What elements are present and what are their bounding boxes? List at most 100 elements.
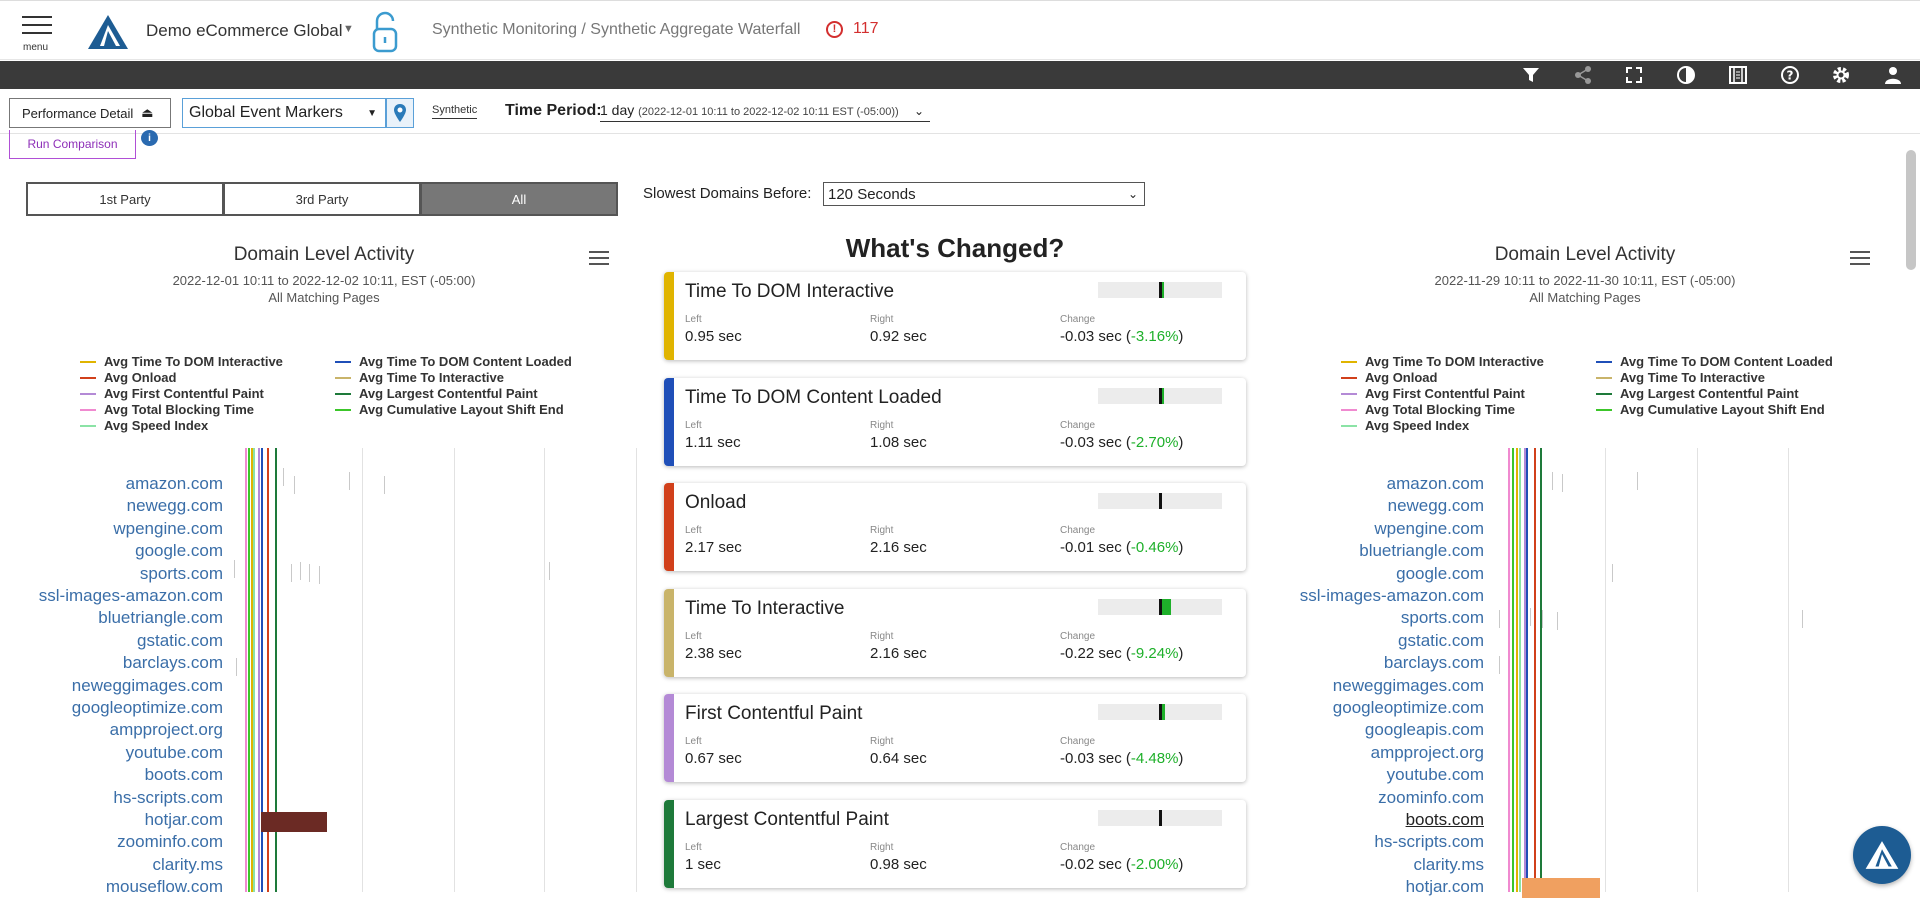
- domain-link[interactable]: ssl-images-amazon.com: [1290, 586, 1484, 606]
- contrast-icon[interactable]: [1676, 65, 1696, 85]
- chart-menu-icon[interactable]: [589, 251, 609, 267]
- legend-item[interactable]: Avg Largest Contentful Paint: [335, 386, 538, 401]
- domain-link[interactable]: sports.com: [1290, 608, 1484, 628]
- domain-link[interactable]: googleoptimize.com: [1290, 698, 1484, 718]
- filter-icon[interactable]: [1521, 65, 1541, 85]
- performance-detail-button[interactable]: Performance Detail ⏏: [9, 98, 171, 128]
- domain-link[interactable]: newegg.com: [29, 496, 223, 516]
- settings-icon[interactable]: [1831, 65, 1851, 85]
- metric-change-card[interactable]: First Contentful Paint Left 0.67 sec Right 0…: [664, 694, 1246, 782]
- domain-link[interactable]: amazon.com: [29, 474, 223, 494]
- legend-item[interactable]: Avg Onload: [80, 370, 176, 385]
- domain-link[interactable]: googleapis.com: [1290, 720, 1484, 740]
- domain-link[interactable]: bluetriangle.com: [29, 608, 223, 628]
- legend-item[interactable]: Avg Time To Interactive: [1596, 370, 1765, 385]
- legend-item[interactable]: Avg Time To Interactive: [335, 370, 504, 385]
- chart-menu-icon[interactable]: [1850, 251, 1870, 267]
- film-icon[interactable]: [1728, 65, 1748, 85]
- domain-link[interactable]: clarity.ms: [1290, 855, 1484, 875]
- party-tab-1st-party[interactable]: 1st Party: [26, 182, 224, 216]
- event-markers-select[interactable]: Global Event Markers ▼: [182, 98, 386, 128]
- app-logo-icon[interactable]: [86, 13, 130, 51]
- domain-link[interactable]: youtube.com: [29, 743, 223, 763]
- party-tab-all[interactable]: All: [421, 182, 618, 216]
- domain-link[interactable]: gstatic.com: [1290, 631, 1484, 651]
- legend-item[interactable]: Avg Speed Index: [1341, 418, 1469, 433]
- card-column-label: Change: [1060, 630, 1096, 642]
- domain-link[interactable]: youtube.com: [1290, 765, 1484, 785]
- slowest-domains-select[interactable]: 120 Seconds ⌄: [823, 182, 1145, 206]
- card-column-value: 0.98 sec: [870, 855, 927, 873]
- domain-link[interactable]: barclays.com: [29, 653, 223, 673]
- org-selector[interactable]: Demo eCommerce Global: [146, 21, 343, 41]
- domain-link[interactable]: google.com: [1290, 564, 1484, 584]
- legend-swatch: [335, 392, 351, 395]
- domain-link[interactable]: amazon.com: [1290, 474, 1484, 494]
- domain-link[interactable]: google.com: [29, 541, 223, 561]
- legend-item[interactable]: Avg Time To DOM Interactive: [1341, 354, 1544, 369]
- domain-link[interactable]: hotjar.com: [1290, 877, 1484, 897]
- domain-link[interactable]: ampproject.org: [1290, 743, 1484, 763]
- domain-link[interactable]: hotjar.com: [29, 810, 223, 830]
- domain-link[interactable]: ssl-images-amazon.com: [29, 586, 223, 606]
- party-tab-3rd-party[interactable]: 3rd Party: [224, 182, 421, 216]
- menu-button[interactable]: menu: [20, 13, 54, 53]
- legend-item[interactable]: Avg Total Blocking Time: [1341, 402, 1515, 417]
- time-period-select[interactable]: 1 day (2022-12-01 10:11 to 2022-12-02 10…: [600, 102, 930, 122]
- grid-line: [1788, 448, 1789, 892]
- share-icon[interactable]: [1573, 65, 1593, 85]
- unlock-icon[interactable]: [371, 11, 399, 53]
- chat-launcher-button[interactable]: [1853, 826, 1911, 884]
- help-icon[interactable]: ?: [1780, 65, 1800, 85]
- legend-item[interactable]: Avg Total Blocking Time: [80, 402, 254, 417]
- domain-link[interactable]: boots.com: [1290, 810, 1484, 830]
- metric-change-card[interactable]: Onload Left 2.17 sec Right 2.16 sec Change -0.…: [664, 483, 1246, 571]
- divider: [0, 133, 1920, 134]
- metric-change-card[interactable]: Time To Interactive Left 2.38 sec Right 2.16…: [664, 588, 1246, 677]
- domain-link[interactable]: neweggimages.com: [1290, 676, 1484, 696]
- legend-item[interactable]: Avg Onload: [1341, 370, 1437, 385]
- domain-link[interactable]: mouseflow.com: [29, 877, 223, 897]
- domain-link[interactable]: hs-scripts.com: [1290, 832, 1484, 852]
- metric-change-card[interactable]: Largest Contentful Paint Left 1 sec Right 0.…: [664, 799, 1246, 888]
- domain-link[interactable]: bluetriangle.com: [1290, 541, 1484, 561]
- domain-link[interactable]: wpengine.com: [29, 519, 223, 539]
- legend-item[interactable]: Avg Cumulative Layout Shift End: [1596, 402, 1825, 417]
- domain-link[interactable]: ampproject.org: [29, 720, 223, 740]
- info-icon[interactable]: i: [141, 130, 158, 146]
- fullscreen-icon[interactable]: [1624, 65, 1644, 85]
- caret-down-icon[interactable]: ▼: [343, 23, 354, 35]
- run-comparison-button[interactable]: Run Comparison: [9, 130, 136, 159]
- legend-item[interactable]: Avg Time To DOM Content Loaded: [335, 354, 572, 369]
- domain-link[interactable]: googleoptimize.com: [29, 698, 223, 718]
- legend-item[interactable]: Avg Cumulative Layout Shift End: [335, 402, 564, 417]
- domain-link[interactable]: neweggimages.com: [29, 676, 223, 696]
- metric-change-card[interactable]: Time To DOM Interactive Left 0.95 sec Right…: [664, 272, 1246, 360]
- domain-link[interactable]: barclays.com: [1290, 653, 1484, 673]
- metric-marker-line: [1526, 448, 1528, 892]
- scrollbar-thumb[interactable]: [1906, 150, 1916, 270]
- domain-link[interactable]: wpengine.com: [1290, 519, 1484, 539]
- domain-link[interactable]: boots.com: [29, 765, 223, 785]
- legend-item[interactable]: Avg Time To DOM Interactive: [80, 354, 283, 369]
- domain-link[interactable]: clarity.ms: [29, 855, 223, 875]
- change-percent: -4.48%: [1130, 750, 1179, 767]
- domain-link[interactable]: newegg.com: [1290, 496, 1484, 516]
- legend-item[interactable]: Avg First Contentful Paint: [80, 386, 264, 401]
- synthetic-link[interactable]: Synthetic: [432, 104, 478, 119]
- alert-indicator[interactable]: ! 117: [826, 20, 879, 38]
- legend-item[interactable]: Avg First Contentful Paint: [1341, 386, 1525, 401]
- legend-item[interactable]: Avg Largest Contentful Paint: [1596, 386, 1799, 401]
- domain-link[interactable]: zoominfo.com: [1290, 788, 1484, 808]
- domain-link[interactable]: gstatic.com: [29, 631, 223, 651]
- domain-link[interactable]: hs-scripts.com: [29, 788, 223, 808]
- event-marker-pin-button[interactable]: [386, 98, 414, 128]
- card-column-right: Right 0.92 sec: [870, 314, 927, 345]
- metric-change-card[interactable]: Time To DOM Content Loaded Left 1.11 sec Ri…: [664, 377, 1246, 466]
- domain-link[interactable]: zoominfo.com: [29, 832, 223, 852]
- domain-link[interactable]: sports.com: [29, 564, 223, 584]
- legend-swatch: [1341, 408, 1357, 411]
- user-icon[interactable]: [1883, 65, 1903, 85]
- legend-item[interactable]: Avg Speed Index: [80, 418, 208, 433]
- legend-item[interactable]: Avg Time To DOM Content Loaded: [1596, 354, 1833, 369]
